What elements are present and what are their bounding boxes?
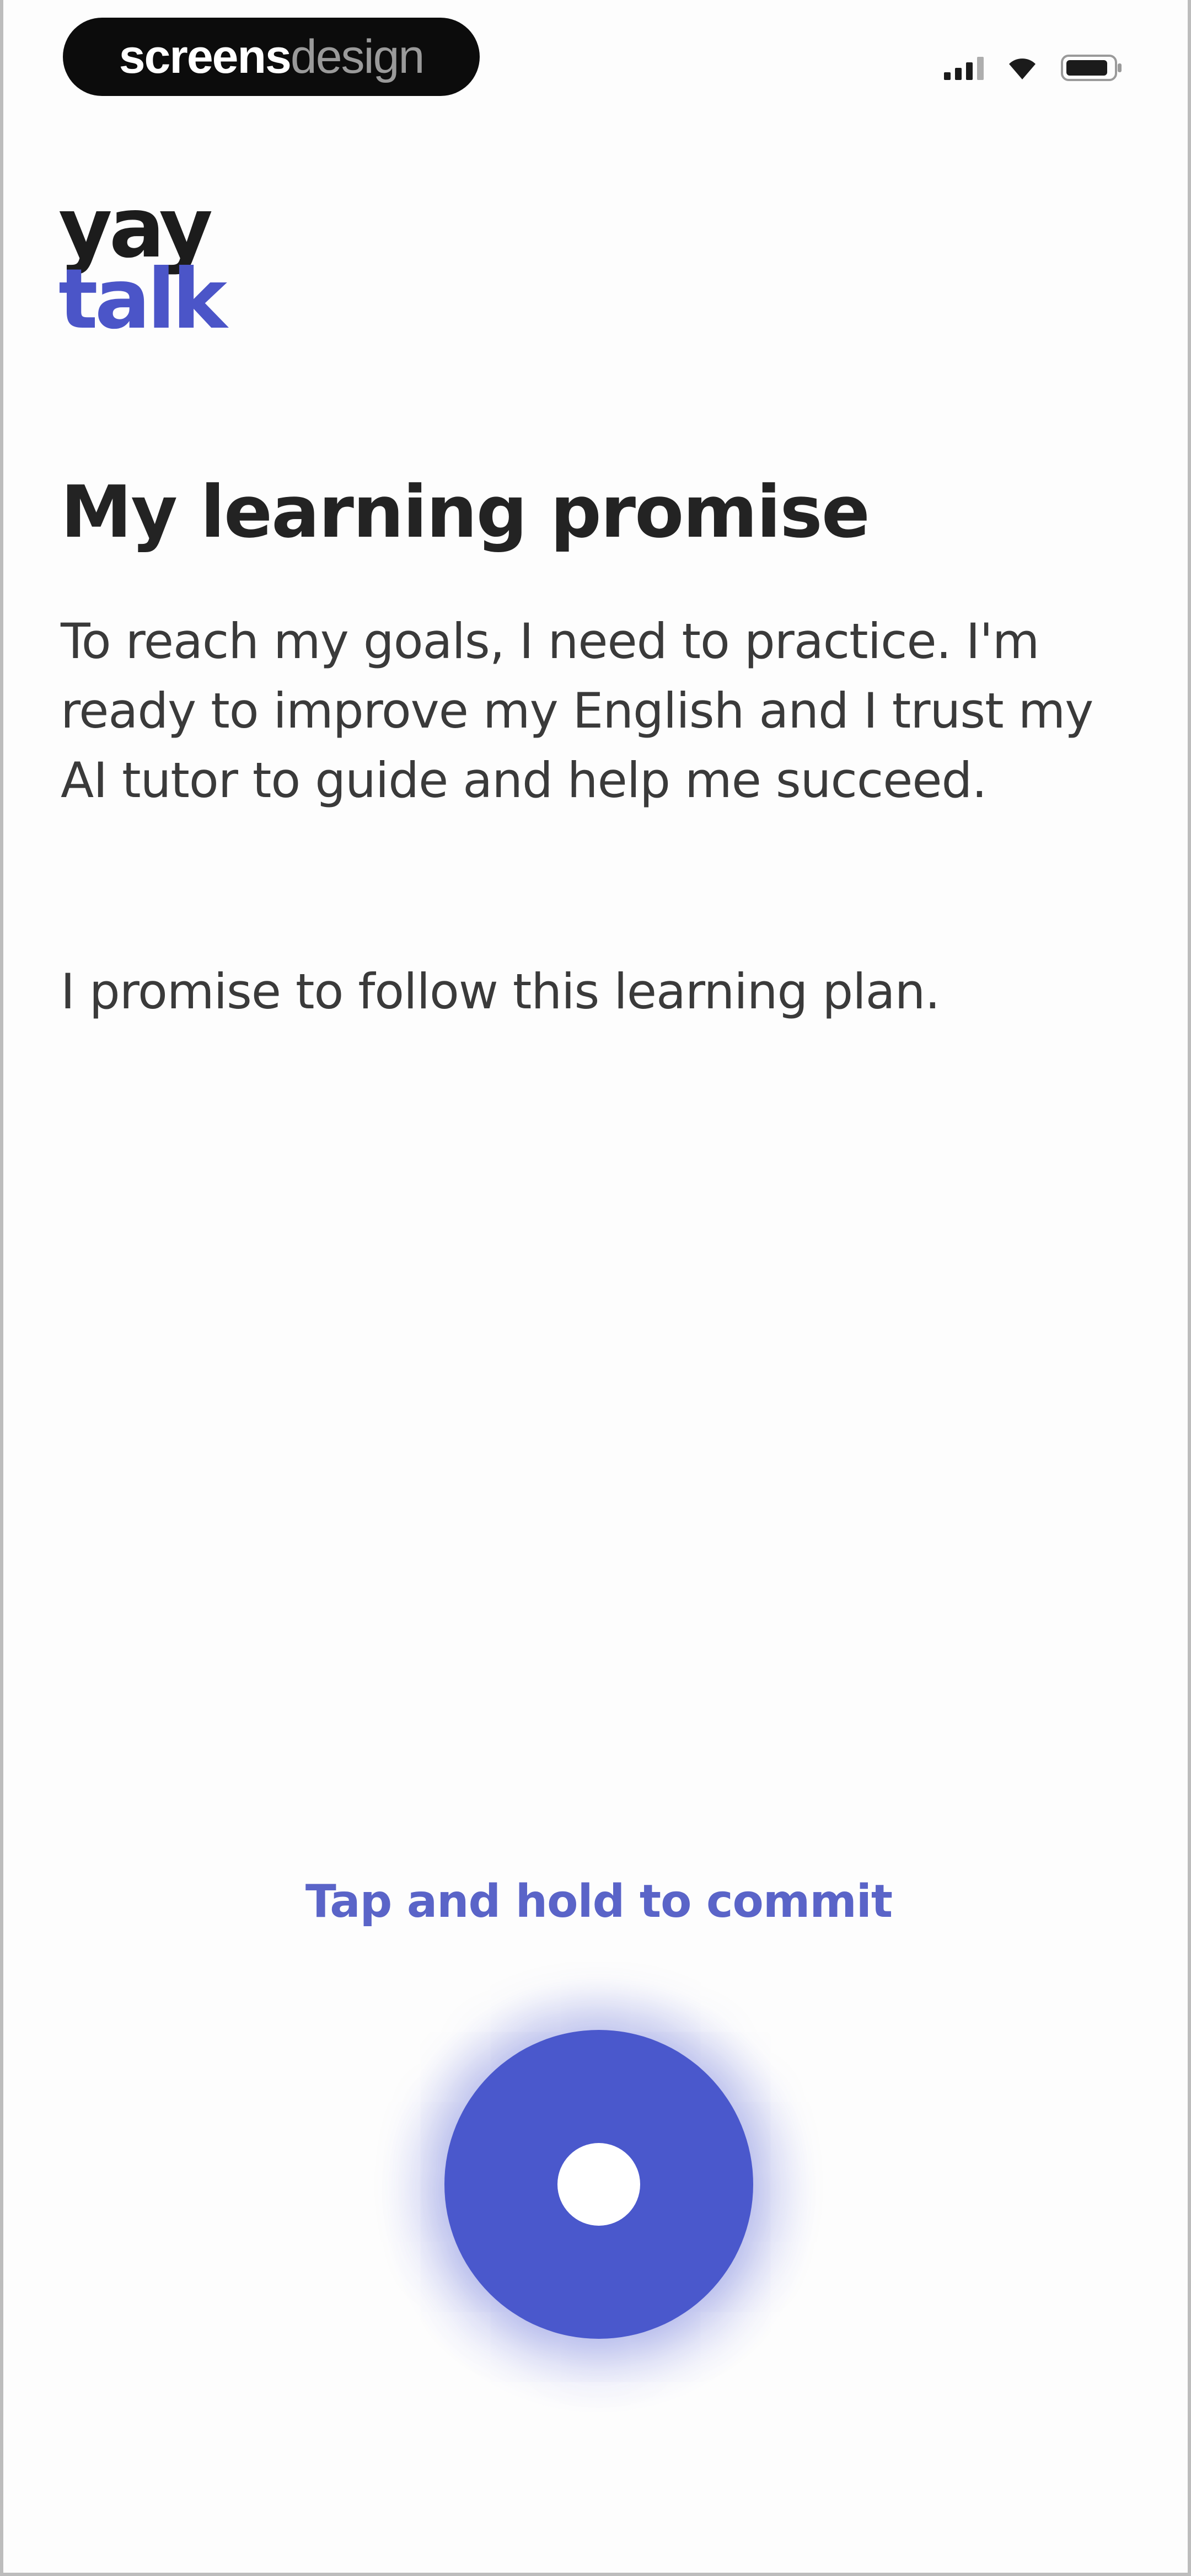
logo-line-talk: talk: [58, 252, 227, 348]
promise-statement: I promise to follow this learning plan.: [61, 963, 940, 1020]
wifi-icon: [1006, 55, 1039, 81]
signal-icon: [944, 56, 984, 80]
yaytalk-logo: yay talk: [58, 187, 227, 348]
screensdesign-badge: screens design: [63, 18, 480, 96]
battery-icon: [1061, 54, 1123, 82]
commit-hint: Tap and hold to commit: [305, 1875, 893, 1928]
app-screen: screens design yay talk My learning prom…: [0, 0, 1191, 2576]
commit-dot-icon: [557, 2143, 640, 2226]
page-title: My learning promise: [61, 470, 870, 554]
commit-hold-button[interactable]: [444, 2030, 753, 2339]
badge-text-light: design: [290, 30, 425, 83]
status-icons: [944, 49, 1123, 87]
promise-paragraph: To reach my goals, I need to practice. I…: [61, 613, 1093, 809]
status-bar: screens design: [3, 0, 1191, 116]
badge-text-strong: screens: [119, 30, 292, 83]
